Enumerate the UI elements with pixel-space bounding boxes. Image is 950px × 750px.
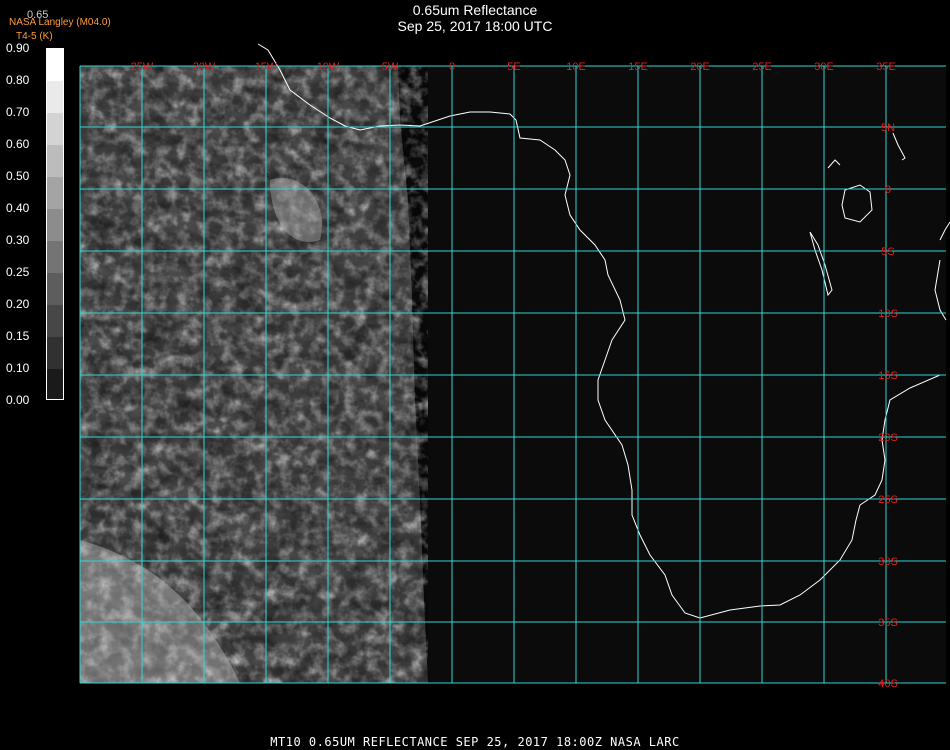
lon-label: 25E — [752, 61, 772, 73]
lon-label: 20E — [690, 61, 710, 73]
lon-label: 15W — [255, 61, 278, 73]
lon-label: 30E — [814, 61, 834, 73]
lon-label: 35E — [876, 61, 896, 73]
lon-label: 25W — [131, 61, 154, 73]
lon-label: 5W — [382, 61, 399, 73]
lon-label: 10W — [317, 61, 340, 73]
lat-label: 40S — [878, 678, 898, 690]
lon-label: 20W — [193, 61, 216, 73]
lat-label: 35S — [878, 617, 898, 629]
lat-label: 10S — [878, 308, 898, 320]
footer-caption: MT10 0.65UM REFLECTANCE SEP 25, 2017 18:… — [270, 735, 680, 749]
lat-label: 20S — [878, 432, 898, 444]
lat-label: 15S — [878, 370, 898, 382]
lat-label: 0 — [885, 184, 891, 196]
lon-label: 10E — [566, 61, 586, 73]
lon-label: 15E — [628, 61, 648, 73]
lat-label: 5S — [881, 246, 894, 258]
satellite-map: 25W 20W 15W 10W 5W 0 5E 10E 15E 20E 25E 30E 35E 5N 0 5… — [79, 43, 950, 690]
lon-label: 5E — [507, 61, 520, 73]
lat-label: 30S — [878, 556, 898, 568]
lat-label: 5N — [881, 122, 895, 134]
lon-label: 0 — [449, 61, 455, 73]
lat-label: 25S — [878, 494, 898, 506]
